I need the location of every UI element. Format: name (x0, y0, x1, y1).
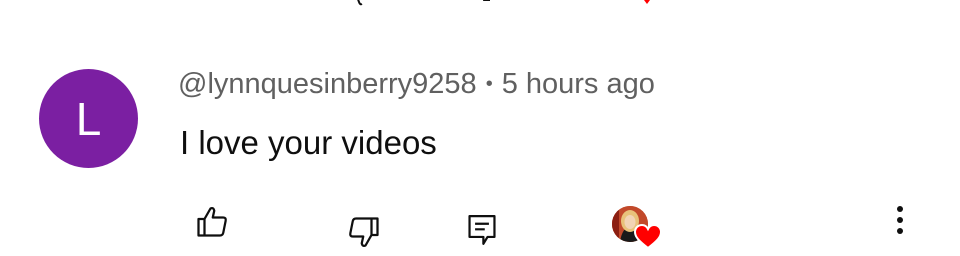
timestamp[interactable]: 5 hours ago (502, 68, 655, 101)
reply-comment-icon (468, 215, 496, 245)
more-options-button[interactable] (880, 200, 920, 240)
thumbs-up-icon (197, 206, 227, 237)
previous-comment-actions (0, 0, 960, 10)
avatar[interactable]: L (39, 69, 138, 168)
thumbs-down-icon (349, 217, 379, 248)
creator-heart-badge[interactable] (610, 204, 664, 252)
separator-dot: • (485, 73, 493, 95)
like-button[interactable] (190, 200, 234, 244)
username[interactable]: @lynnquesinberry9258 (178, 68, 477, 101)
more-vertical-icon (897, 206, 903, 234)
reply-button[interactable] (460, 208, 504, 252)
comment-text: I love your videos (180, 124, 437, 161)
comment-header: @lynnquesinberry9258 • 5 hours ago (178, 68, 655, 101)
comment-thread: L @lynnquesinberry9258 • 5 hours ago I l… (0, 0, 960, 256)
dislike-button[interactable] (342, 210, 386, 254)
heart-icon-fragment (644, 0, 650, 4)
dislike-icon-fragment (357, 0, 363, 6)
reply-icon-fragment (482, 0, 490, 1)
avatar-letter: L (75, 92, 102, 145)
heart-icon (634, 224, 662, 250)
